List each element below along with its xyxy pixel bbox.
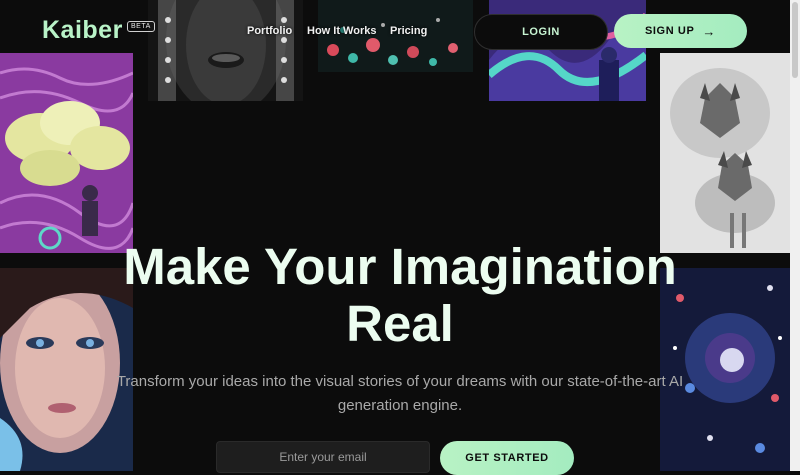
artwork-clouds-figure-image — [0, 53, 133, 253]
nav-link-how-it-works[interactable]: How It Works — [307, 25, 376, 37]
page-scrollbar[interactable] — [790, 0, 800, 471]
hero-subtitle: Transform your ideas into the visual sto… — [116, 373, 684, 414]
nav-link-portfolio[interactable]: Portfolio — [247, 25, 292, 37]
nav-link-pricing[interactable]: Pricing — [390, 25, 427, 37]
artwork-woman-face-image — [148, 0, 303, 101]
login-label: LOGIN — [522, 26, 560, 38]
signup-label: SIGN UP — [644, 25, 695, 37]
artwork-foxes-image — [660, 53, 790, 253]
signup-button[interactable]: SIGN UP → — [614, 14, 747, 48]
kaiber-logo[interactable]: Kaiber — [42, 16, 123, 45]
email-placeholder: Enter your email — [279, 450, 367, 464]
login-button[interactable]: LOGIN — [474, 14, 608, 50]
get-started-label: GET STARTED — [465, 452, 549, 464]
hero-title: Make Your Imagination Real — [123, 238, 677, 352]
email-input[interactable]: Enter your email — [216, 441, 430, 473]
get-started-button[interactable]: GET STARTED — [440, 441, 574, 475]
arrow-right-icon: → — [702, 23, 717, 39]
beta-badge: BETA — [127, 21, 155, 32]
scrollbar-thumb[interactable] — [792, 2, 798, 78]
